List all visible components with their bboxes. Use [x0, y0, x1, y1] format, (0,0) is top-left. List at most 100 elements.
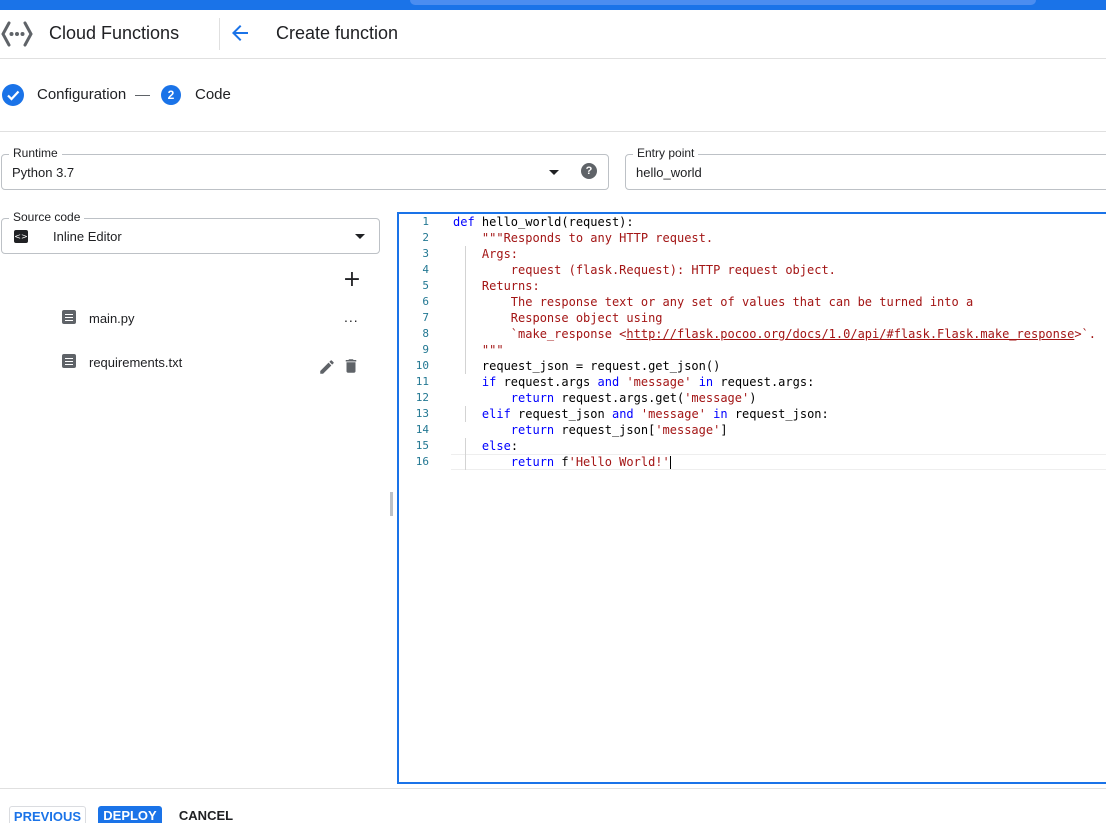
arrow-left-icon[interactable]: [228, 21, 252, 45]
code-text: request_json = request.get_json(): [453, 358, 720, 374]
code-line[interactable]: 10 request_json = request.get_json(): [399, 358, 1106, 374]
code-token: and: [611, 407, 634, 421]
code-token: request_json: [510, 407, 612, 421]
code-text: Response object using: [453, 310, 663, 326]
line-number: 7: [422, 311, 429, 324]
code-text: Args:: [453, 246, 518, 262]
code-token: def: [453, 215, 475, 229]
entry-point-label: Entry point: [633, 146, 699, 160]
pencil-icon[interactable]: [318, 358, 336, 376]
cancel-button[interactable]: CANCEL: [175, 806, 237, 823]
file-name[interactable]: main.py: [89, 311, 135, 326]
code-text: def hello_world(request):: [453, 214, 634, 230]
code-token: request.args.get(: [554, 391, 685, 405]
code-line[interactable]: 3 Args:: [399, 246, 1106, 262]
code-token: :: [510, 439, 519, 453]
code-token: Args:: [481, 247, 519, 261]
panel-resize-handle[interactable]: [390, 492, 393, 516]
line-number: 16: [415, 455, 429, 468]
code-line[interactable]: 16 return f'Hello World!': [399, 454, 1106, 470]
line-number: 1: [422, 215, 429, 228]
code-token: 'message': [640, 407, 706, 421]
line-number: 12: [415, 391, 429, 404]
code-token: 'message': [655, 423, 721, 437]
code-line[interactable]: 15 else:: [399, 438, 1106, 454]
code-line[interactable]: 2 """Responds to any HTTP request.: [399, 230, 1106, 246]
file-item-requirements[interactable]: requirements.txt: [60, 351, 370, 375]
search-bar-edge[interactable]: [410, 0, 1036, 5]
code-line[interactable]: 4 request (flask.Request): HTTP request …: [399, 262, 1106, 278]
code-token: return: [510, 423, 555, 437]
code-line[interactable]: 14 return request_json['message']: [399, 422, 1106, 438]
file-icon: [62, 310, 76, 324]
code-token: hello_world(request):: [474, 215, 634, 229]
code-text: Returns:: [453, 278, 540, 294]
line-number: 15: [415, 439, 429, 452]
line-number: 11: [415, 375, 429, 388]
code-line[interactable]: 12 return request.args.get('message'): [399, 390, 1106, 406]
step-configuration-label[interactable]: Configuration: [37, 86, 126, 103]
code-text: return f'Hello World!': [453, 454, 671, 470]
deploy-button[interactable]: DEPLOY: [98, 806, 162, 823]
code-token: else: [481, 439, 511, 453]
code-text: """: [453, 342, 504, 358]
file-name[interactable]: requirements.txt: [89, 355, 182, 370]
line-number: 5: [422, 279, 429, 292]
code-line[interactable]: 1 def hello_world(request):: [399, 214, 1106, 230]
code-line[interactable]: 9 """: [399, 342, 1106, 358]
code-token: Returns:: [481, 279, 540, 293]
code-line[interactable]: 7 Response object using: [399, 310, 1106, 326]
code-token: request (flask.Request): HTTP request ob…: [510, 263, 836, 277]
code-line[interactable]: 13 elif request_json and 'message' in re…: [399, 406, 1106, 422]
code-token: """: [481, 343, 504, 357]
dropdown-arrow-icon[interactable]: [549, 170, 559, 175]
line-number: 13: [415, 407, 429, 420]
code-line[interactable]: 11 if request.args and 'message' in requ…: [399, 374, 1106, 390]
code-token: Response object using: [510, 311, 663, 325]
code-text: `make_response <http://flask.pocoo.org/d…: [453, 326, 1096, 342]
code-token: if: [481, 375, 497, 389]
code-text: return request_json['message']: [453, 422, 728, 438]
previous-button[interactable]: PREVIOUS: [9, 806, 86, 823]
entry-point-value[interactable]: hello_world: [636, 165, 702, 180]
code-token: f: [554, 455, 569, 469]
file-item-main-py[interactable]: main.py ...: [60, 307, 370, 331]
source-code-select[interactable]: Source code <> Inline Editor: [1, 210, 380, 254]
code-token: 'Hello World!': [568, 455, 670, 469]
code-token: request_json = request.get_json(): [481, 359, 721, 373]
source-code-value: Inline Editor: [53, 229, 122, 244]
action-bar: PREVIOUS DEPLOY CANCEL: [0, 788, 1106, 823]
check-circle-icon[interactable]: [2, 84, 24, 106]
runtime-label: Runtime: [9, 146, 62, 160]
dropdown-arrow-icon[interactable]: [355, 234, 365, 239]
code-icon: <>: [14, 230, 28, 243]
code-token: request.args: [496, 375, 598, 389]
code-token: 'message': [684, 391, 750, 405]
entry-point-field[interactable]: Entry point hello_world: [625, 146, 1106, 190]
runtime-value: Python 3.7: [12, 165, 75, 180]
code-token: http://flask.pocoo.org/docs/1.0/api/#fla…: [626, 327, 1075, 341]
app-title[interactable]: Cloud Functions: [49, 23, 179, 44]
section-divider: [0, 131, 1106, 132]
code-line[interactable]: 6 The response text or any set of values…: [399, 294, 1106, 310]
code-line[interactable]: 5 Returns:: [399, 278, 1106, 294]
more-horiz-icon[interactable]: ...: [344, 309, 359, 325]
code-text: elif request_json and 'message' in reque…: [453, 406, 829, 422]
stepper: Configuration 2 Code: [0, 82, 400, 108]
code-token: and: [597, 375, 620, 389]
code-line[interactable]: 8 `make_response <http://flask.pocoo.org…: [399, 326, 1106, 342]
help-icon[interactable]: ?: [581, 163, 597, 179]
runtime-select[interactable]: Runtime Python 3.7 ?: [1, 146, 609, 190]
code-editor[interactable]: 1 def hello_world(request): 2 """Responds …: [397, 212, 1106, 784]
trash-icon[interactable]: [342, 357, 360, 375]
add-icon[interactable]: +: [342, 269, 362, 291]
